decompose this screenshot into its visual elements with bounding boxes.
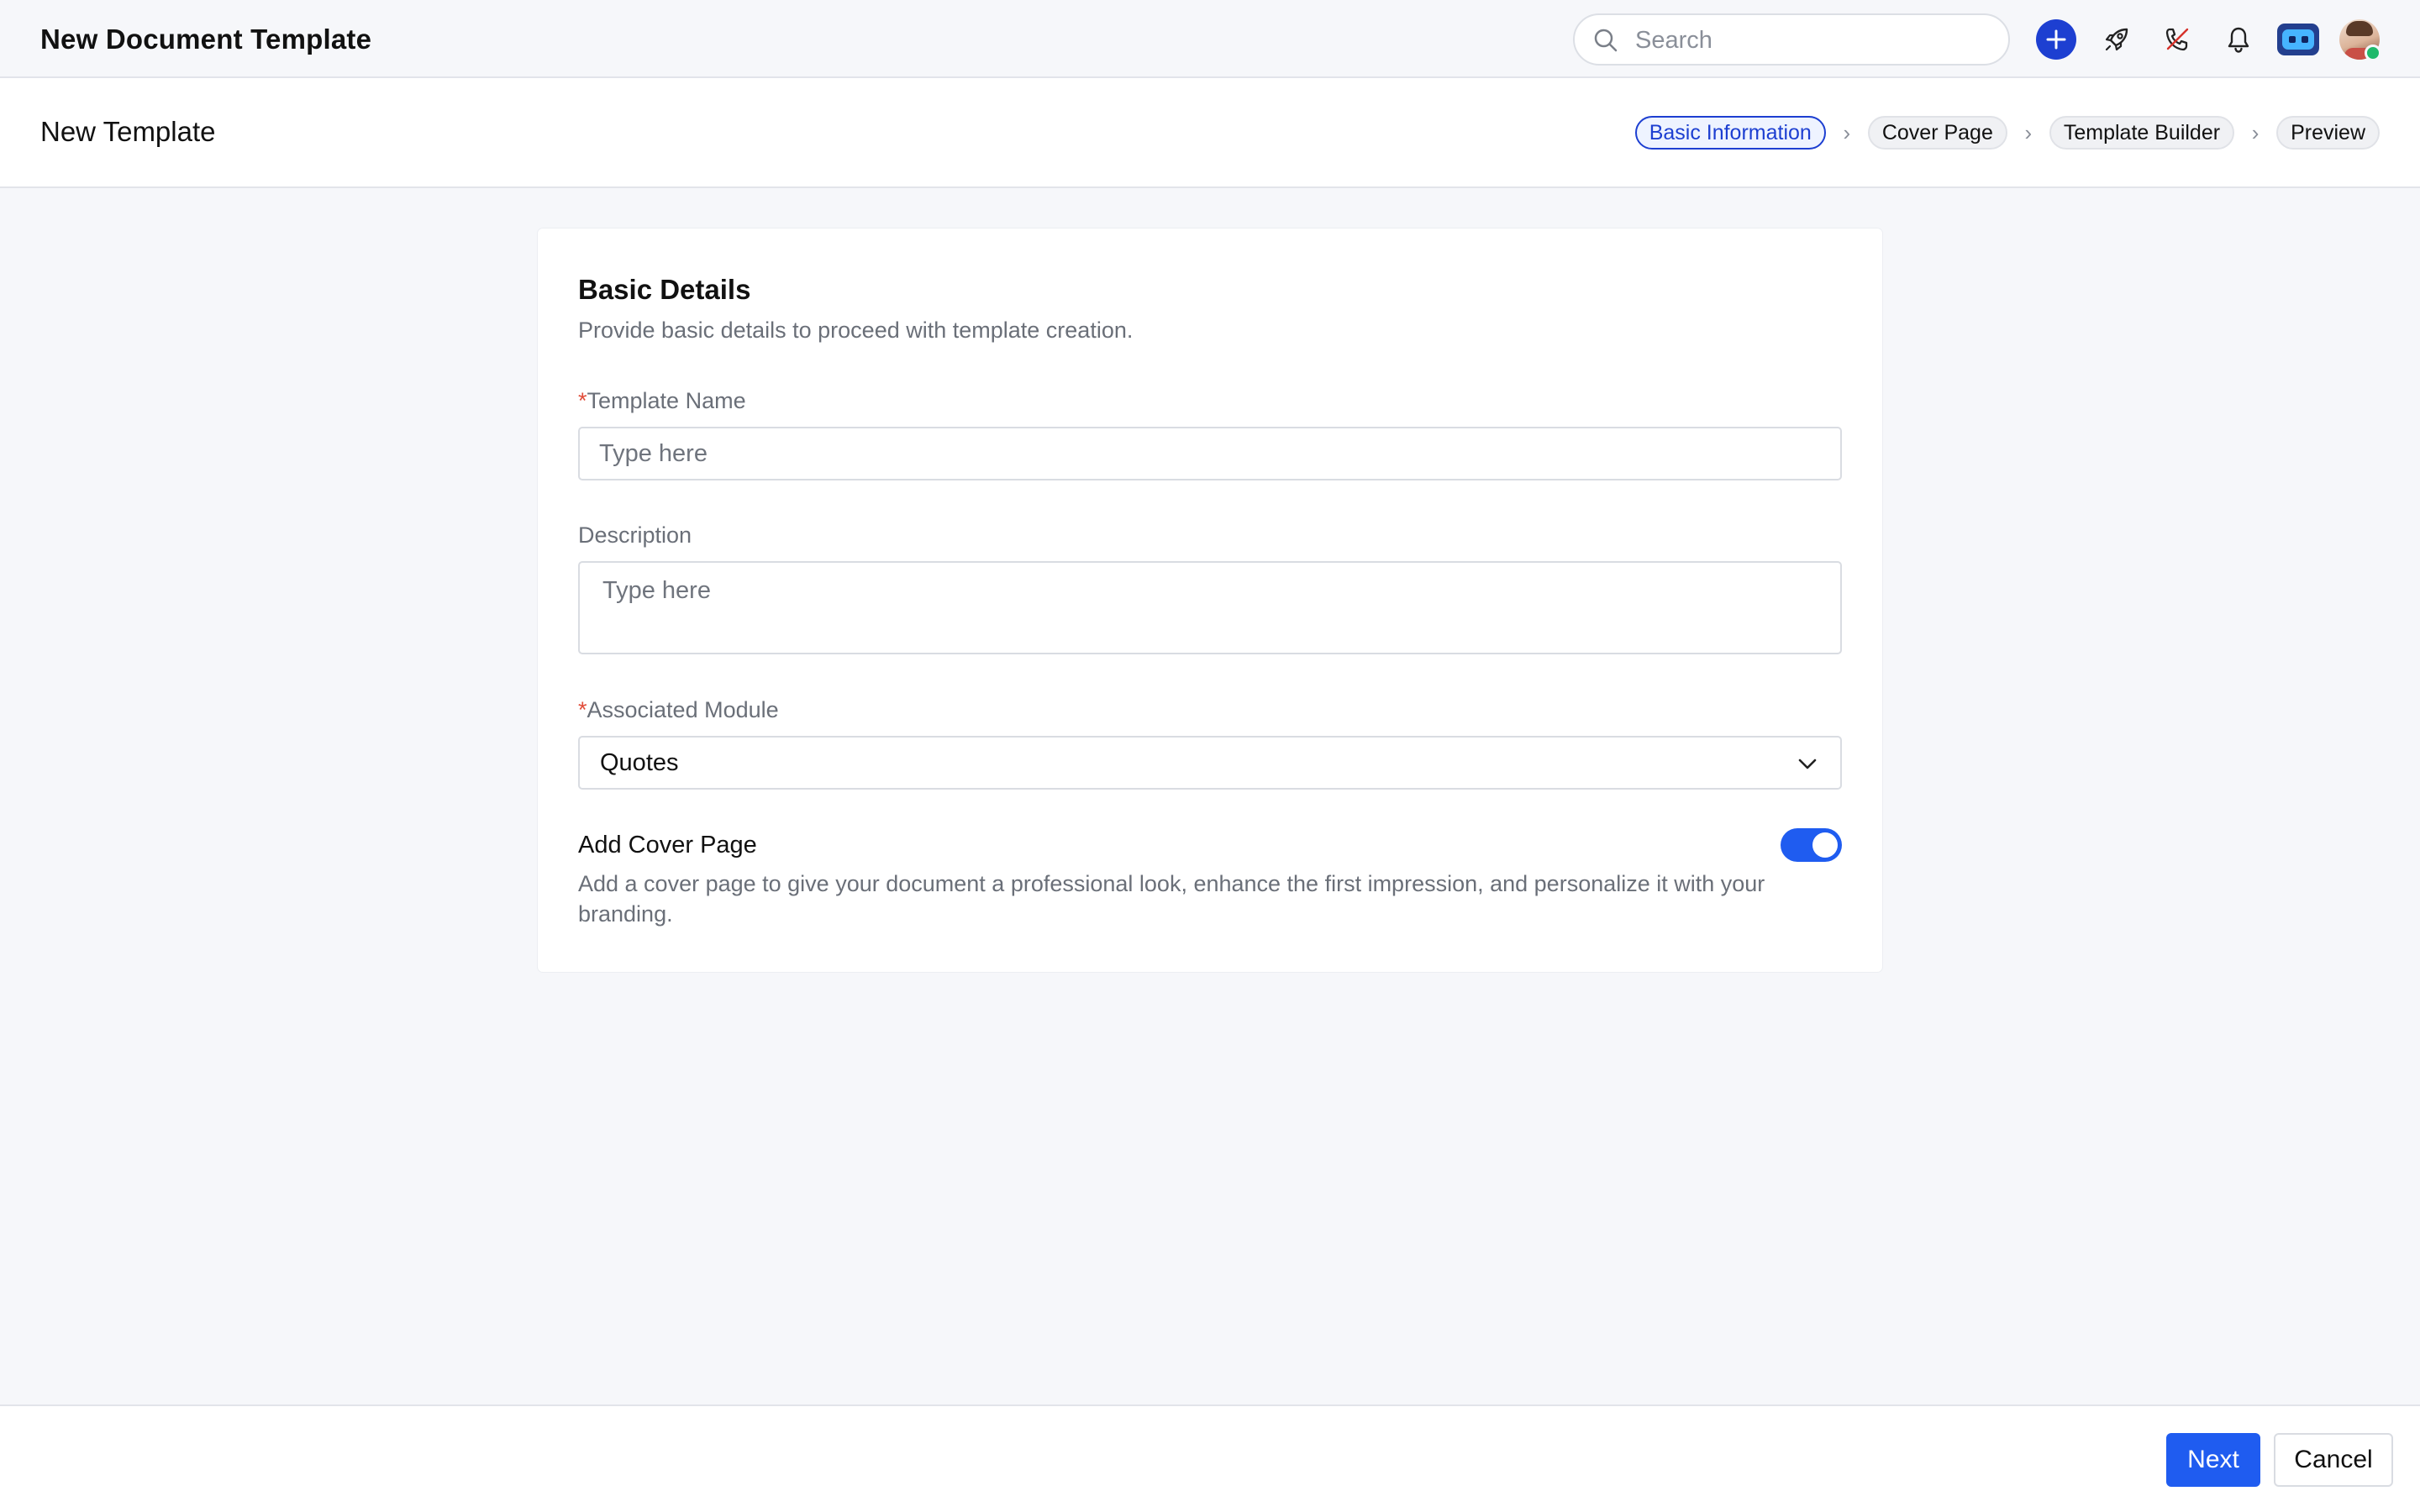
card-subtitle: Provide basic details to proceed with te… — [578, 318, 1134, 343]
missed-call-icon — [2165, 28, 2189, 51]
step-cover-page[interactable]: Cover Page — [1867, 116, 2007, 150]
online-status-dot — [2365, 45, 2381, 61]
search-icon — [1594, 29, 1618, 52]
notifications-button[interactable] — [2218, 19, 2259, 60]
card-title: Basic Details — [578, 274, 751, 305]
step-basic-information[interactable]: Basic Information — [1634, 116, 1826, 150]
template-name-label: *Template Name — [578, 388, 746, 413]
associated-module-value: Quotes — [600, 748, 679, 776]
description-textarea[interactable] — [578, 561, 1842, 654]
next-button[interactable]: Next — [2166, 1433, 2260, 1487]
cover-page-toggle[interactable] — [1781, 828, 1842, 862]
add-button[interactable] — [2036, 19, 2076, 60]
basic-details-card: Basic Details Provide basic details to p… — [538, 228, 1882, 972]
footer-bar: Next Cancel — [0, 1404, 2420, 1512]
bell-icon — [2228, 27, 2249, 53]
step-preview[interactable]: Preview — [2276, 116, 2380, 150]
avatar[interactable] — [2339, 19, 2381, 61]
bot-icon — [2282, 29, 2314, 50]
search-input[interactable] — [1634, 22, 1990, 59]
cover-page-title: Add Cover Page — [578, 832, 757, 858]
bot-button[interactable] — [2277, 24, 2319, 55]
required-marker: * — [578, 388, 587, 413]
template-name-input[interactable] — [578, 427, 1842, 480]
plus-icon — [2046, 29, 2066, 50]
chevron-right-icon: › — [1843, 119, 1851, 145]
cover-page-description: Add a cover page to give your document a… — [578, 871, 1765, 927]
cancel-button[interactable]: Cancel — [2274, 1433, 2393, 1487]
search-box[interactable] — [1573, 13, 2010, 66]
stepper: Basic Information › Cover Page › Templat… — [1634, 116, 2380, 150]
chevron-down-icon — [1798, 759, 1817, 769]
page-header: New Template Basic Information › Cover P… — [0, 78, 2420, 188]
page-title: New Template — [40, 116, 216, 147]
app-title: New Document Template — [40, 24, 372, 55]
chevron-right-icon: › — [2024, 119, 2033, 145]
calls-button[interactable] — [2157, 19, 2197, 60]
description-label: Description — [578, 522, 692, 548]
chevron-right-icon: › — [2251, 119, 2260, 145]
toggle-knob — [1812, 832, 1838, 858]
associated-module-label: *Associated Module — [578, 697, 779, 722]
rocket-icon — [2105, 28, 2128, 51]
step-template-builder[interactable]: Template Builder — [2049, 116, 2235, 150]
required-marker: * — [578, 697, 587, 722]
rocket-button[interactable] — [2096, 19, 2137, 60]
associated-module-select[interactable]: Quotes — [578, 736, 1842, 790]
top-bar: New Document Template — [0, 0, 2420, 78]
